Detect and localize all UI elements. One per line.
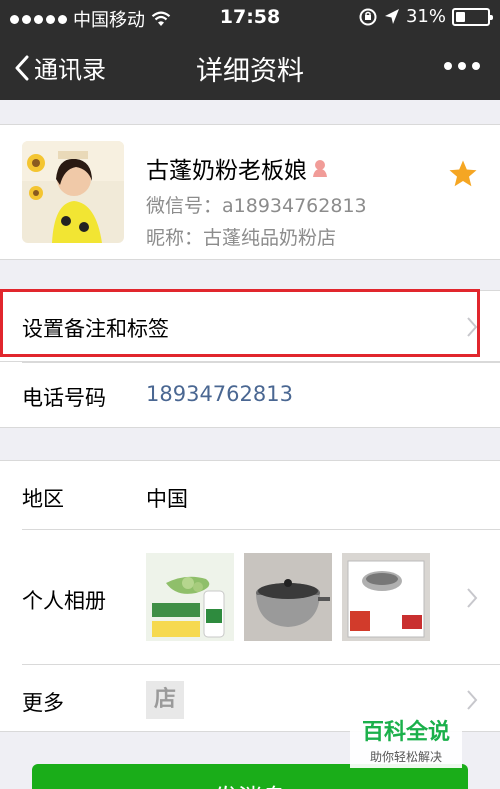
watermark-logo: 百科全说 助你轻松解决 xyxy=(350,710,462,768)
battery-percent: 31% xyxy=(405,6,446,27)
more-dot-icon xyxy=(458,62,466,70)
phone-label: 电话号码 xyxy=(22,386,106,410)
pot-box-photo xyxy=(342,553,430,641)
set-remark-and-tags-row[interactable]: 设置备注和标签 xyxy=(0,290,500,362)
phone-number-link[interactable]: 18934762813 xyxy=(146,382,293,406)
chevron-right-icon xyxy=(467,690,478,710)
album-thumbnail[interactable] xyxy=(244,553,332,641)
album-thumbnail[interactable] xyxy=(342,553,430,641)
orientation-lock-icon xyxy=(359,8,377,25)
nickname: 昵称：古蓬纯品奶粉店 xyxy=(146,227,337,249)
product-bottle-photo xyxy=(146,553,234,641)
region-label: 地区 xyxy=(22,487,64,511)
status-bar: 中国移动 17:58 31% xyxy=(0,0,500,34)
more-label: 更多 xyxy=(22,691,64,715)
more-dot-icon xyxy=(444,62,452,70)
watermark-subtitle: 助你轻松解决 xyxy=(369,750,442,764)
chevron-right-icon xyxy=(467,588,478,608)
profile-card: 古蓬奶粉老板娘 微信号：a18934762813 昵称：古蓬纯品奶粉店 xyxy=(0,124,500,260)
watermark-title: 百科全说 xyxy=(361,720,450,745)
avatar-photo xyxy=(22,141,124,243)
status-right: 31% xyxy=(358,6,493,27)
battery-icon xyxy=(452,7,493,26)
set-remark-label: 设置备注和标签 xyxy=(22,317,169,341)
contact-name: 古蓬奶粉老板娘 xyxy=(146,158,307,184)
more-options-button[interactable] xyxy=(444,62,480,70)
details-section: 地区 中国 个人相册 更多 店 xyxy=(0,460,500,732)
female-icon xyxy=(313,160,327,177)
page-title: 详细资料 xyxy=(196,56,304,87)
album-thumbnail[interactable] xyxy=(146,553,234,641)
location-arrow-icon xyxy=(384,8,399,24)
navigation-bar: 通讯录 详细资料 xyxy=(0,34,500,100)
avatar[interactable] xyxy=(22,141,124,243)
wechat-id: 微信号：a18934762813 xyxy=(146,195,367,217)
album-label: 个人相册 xyxy=(22,589,106,613)
divider xyxy=(22,362,500,363)
more-dot-icon xyxy=(472,62,480,70)
phone-row: 电话号码 18934762813 xyxy=(0,362,500,428)
steel-pot-photo xyxy=(244,553,332,641)
name-row: 古蓬奶粉老板娘 xyxy=(146,151,329,185)
store-icon: 店 xyxy=(146,681,184,719)
region-value: 中国 xyxy=(146,487,188,511)
chevron-right-icon xyxy=(467,317,478,337)
star-icon[interactable] xyxy=(448,159,478,189)
